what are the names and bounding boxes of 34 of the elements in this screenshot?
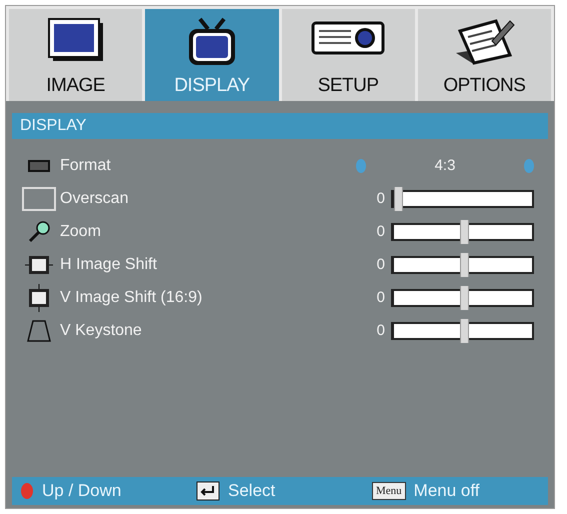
- rectangle-icon: [27, 158, 51, 172]
- slider-thumb[interactable]: [460, 318, 468, 342]
- setting-label: V Keystone: [60, 322, 143, 340]
- setting-value: 0: [376, 289, 385, 306]
- section-title: DISPLAY: [20, 117, 86, 135]
- keystone-icon: [26, 318, 52, 342]
- setting-label: V Image Shift (16:9): [60, 288, 204, 306]
- magnifier-icon: [27, 220, 51, 244]
- enter-key-icon: [196, 481, 220, 501]
- footer-hint: Select: [228, 481, 276, 501]
- setting-value: 0: [376, 256, 385, 273]
- slider-thumb[interactable]: [394, 186, 403, 210]
- horizontal-shift-icon: [24, 254, 54, 276]
- monitor-icon: [46, 17, 105, 63]
- slider-thumb[interactable]: [460, 286, 468, 310]
- setting-label: Overscan: [60, 190, 130, 208]
- setting-label: Zoom: [60, 222, 102, 240]
- menu-tab[interactable]: SETUP: [282, 9, 415, 101]
- vertical-shift-icon: [27, 284, 51, 312]
- setting-value: 0: [376, 190, 385, 207]
- frame-icon: [22, 186, 56, 210]
- footer-hint: Up / Down: [42, 481, 122, 501]
- slider-thumb[interactable]: [460, 220, 468, 244]
- setting-label: H Image Shift: [60, 256, 158, 274]
- setting-label: Format: [60, 156, 112, 174]
- menu-tab[interactable]: OPTIONS: [418, 9, 551, 101]
- dot-icon: [20, 482, 34, 500]
- menu-tab[interactable]: IMAGE: [9, 9, 142, 101]
- menu-key-icon: Menu: [372, 482, 406, 500]
- setting-value: 4:3: [434, 157, 456, 174]
- setting-value: 0: [376, 322, 385, 339]
- slider-thumb[interactable]: [460, 252, 468, 276]
- footer-hint: Menu off: [414, 481, 480, 501]
- setting-value: 0: [376, 223, 385, 240]
